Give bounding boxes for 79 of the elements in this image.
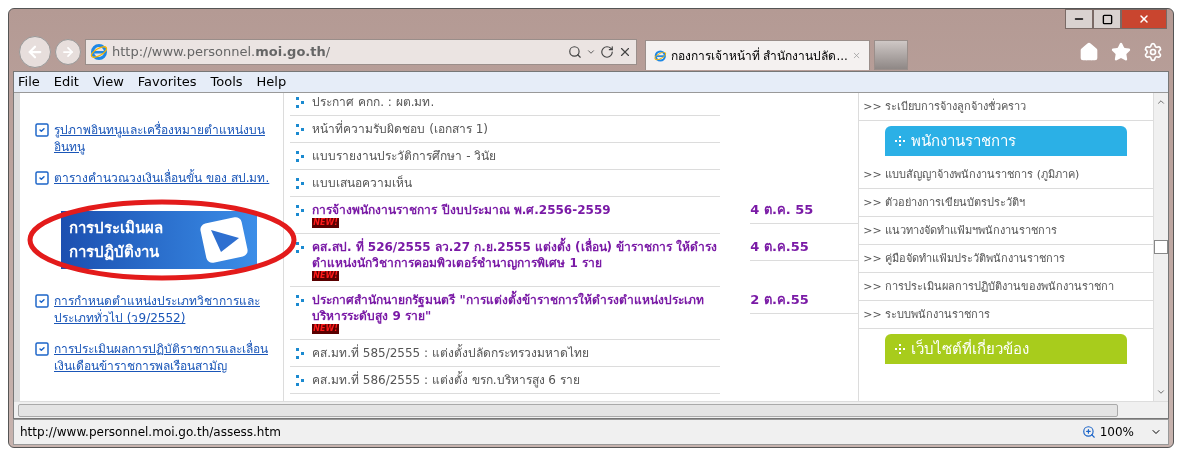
minimize-button[interactable] [1065,9,1093,29]
bullet-icon [296,151,305,163]
dropdown-icon[interactable] [586,47,596,57]
news-date: 2 ต.ค.55 [750,287,859,315]
forward-button[interactable] [55,39,81,65]
scroll-thumb[interactable] [18,403,1118,417]
vertical-scrollbar[interactable] [1153,93,1168,402]
new-badge: NEW! [312,324,339,335]
forward-arrow-icon [61,45,75,59]
news-link[interactable]: คส.มท.ที่ 586/2555 : แต่งตั้ง ขรก.บริหารสูง 6 ราย [312,372,580,389]
menu-item[interactable]: Edit [53,72,79,92]
news-date: 4 ต.ค.55 [750,234,859,262]
new-badge: NEW! [312,218,339,229]
right-link[interactable]: >> แบบสัญญาจ้างพนักงานราชการ (ภูมิภาค) [863,167,1080,183]
right-link[interactable]: >> ระเบียบการจ้างลูกจ้างชั่วคราว [863,99,1027,115]
browser-tab[interactable]: กองการเจ้าหน้าที่ สำนักงานปลัด... [645,40,870,70]
search-icon[interactable] [568,45,582,59]
right-link[interactable]: >> คู่มือจัดทำแฟ้มประวัติพนักงานราชการ [863,251,1066,267]
sidebar-link[interactable]: รูปภาพอินทนูและเครื่องหมายตำแหน่งบนอินทนู [54,122,280,157]
new-tab-button[interactable] [874,40,908,70]
news-link[interactable]: ประกาศ คกก. : ผต.มท. [312,94,435,111]
back-button[interactable] [19,36,51,68]
menu-item[interactable]: Favorites [137,72,197,92]
bullet-icon [296,348,305,360]
bullet-icon [296,375,305,387]
address-url: http://www.personnel.moi.go.th/ [112,43,332,62]
browser-logo-icon [90,43,108,61]
right-link[interactable]: >> ระบบพนักงานราชการ [863,307,991,323]
banner-text: การประเมินผล [68,218,163,240]
sidebar-link[interactable]: การกำหนดตำแหน่งประเภทวิชาการและประเภททั่วไป (ว9/2552) [54,293,280,328]
news-link[interactable]: คส.สป. ที่ 526/2555 ลว.27 ก.ย.2555 แต่งตั้ง (เลื่อน) ข้าราชการ ให้ดำรงตำแหน่งนักวิชาการคอมพิวเตอร์ชำนาญการพิเศษ 1 ราย [312,239,721,272]
plus-dots-icon [895,344,906,355]
checkbox-icon [34,293,50,310]
stop-icon[interactable] [618,45,632,59]
zoom-level[interactable]: 100% [1099,423,1134,441]
status-url: http://www.personnel.moi.go.th/assess.htm [20,424,282,441]
news-link[interactable]: หน้าที่ความรับผิดชอบ (เอกสาร 1) [312,121,488,138]
close-icon [1138,13,1150,25]
right-link[interactable]: >> แนวทางจัดทำแฟ้มฯพนักงานราชการ [863,223,1058,239]
bullet-icon [296,205,305,217]
refresh-icon[interactable] [600,45,614,59]
scroll-thumb[interactable] [1154,240,1168,255]
news-link[interactable]: แบบรายงานประวัติการศึกษา - วินัย [312,148,497,165]
maximize-icon [1101,13,1113,25]
right-link[interactable]: >> การประเมินผลการปฏิบัติงานของพนักงานราชกา [863,279,1115,295]
right-link[interactable]: >> ตัวอย่างการเขียนบัตรประวัติฯ [863,195,1026,211]
settings-icon[interactable] [1143,42,1163,62]
news-link[interactable]: ประกาศสำนักนายกรัฐมนตรี "การแต่งตั้งข้าราชการให้ดำรงตำแหน่งประเภทบริหารระดับสูง 9 ราย" [312,292,721,325]
checkbox-icon [34,122,50,139]
evaluation-banner[interactable]: การประเมินผล การปฏิบัติงาน [60,211,257,270]
home-icon[interactable] [1079,42,1099,62]
banner-text: การปฏิบัติงาน [68,242,160,264]
maximize-button[interactable] [1093,9,1121,29]
section-title: พนักงานราชการ [911,131,1017,153]
section-title: เว็บไซต์ที่เกี่ยวข้อง [911,338,1030,361]
menu-item[interactable]: Tools [210,72,243,92]
bullet-icon [296,178,305,190]
news-link[interactable]: แบบเสนอความเห็น [312,175,413,192]
bullet-icon [296,97,305,109]
new-badge: NEW! [312,271,339,282]
bullet-icon [296,124,305,136]
menu-item[interactable]: View [92,72,124,92]
bullet-icon [296,295,305,307]
menu-item[interactable]: File [18,72,40,92]
news-link[interactable]: การจ้างพนักงานราชการ ปีงบประมาณ พ.ศ.2556-2559 [312,202,611,219]
plus-dots-icon [895,136,906,147]
bullet-icon [296,242,305,254]
favorites-icon[interactable] [1111,42,1131,62]
news-link[interactable]: คส.มท.ที่ 585/2555 : แต่งตั้งปลัดกระทรวงมหาดไทย [312,345,589,362]
menu-item[interactable]: Help [256,72,287,92]
tab-title: กองการเจ้าหน้าที่ สำนักงานปลัด... [670,46,848,65]
news-date: 4 ต.ค. 55 [750,197,859,225]
address-field[interactable]: http://www.personnel.moi.go.th/ [85,39,637,65]
horizontal-scrollbar[interactable] [14,401,1168,418]
sidebar-link[interactable]: การประเมินผลการปฏิบัติราชการและเลื่อนเงินเดือนข้าราชการพลเรือนสามัญ [54,341,280,376]
zoom-icon[interactable] [1081,425,1096,439]
sidebar-link[interactable]: ตารางคำนวณวงเงินเลื่อนขั้น ของ สป.มท. [54,170,270,188]
checkbox-icon [34,170,50,187]
checkbox-icon [34,341,50,358]
